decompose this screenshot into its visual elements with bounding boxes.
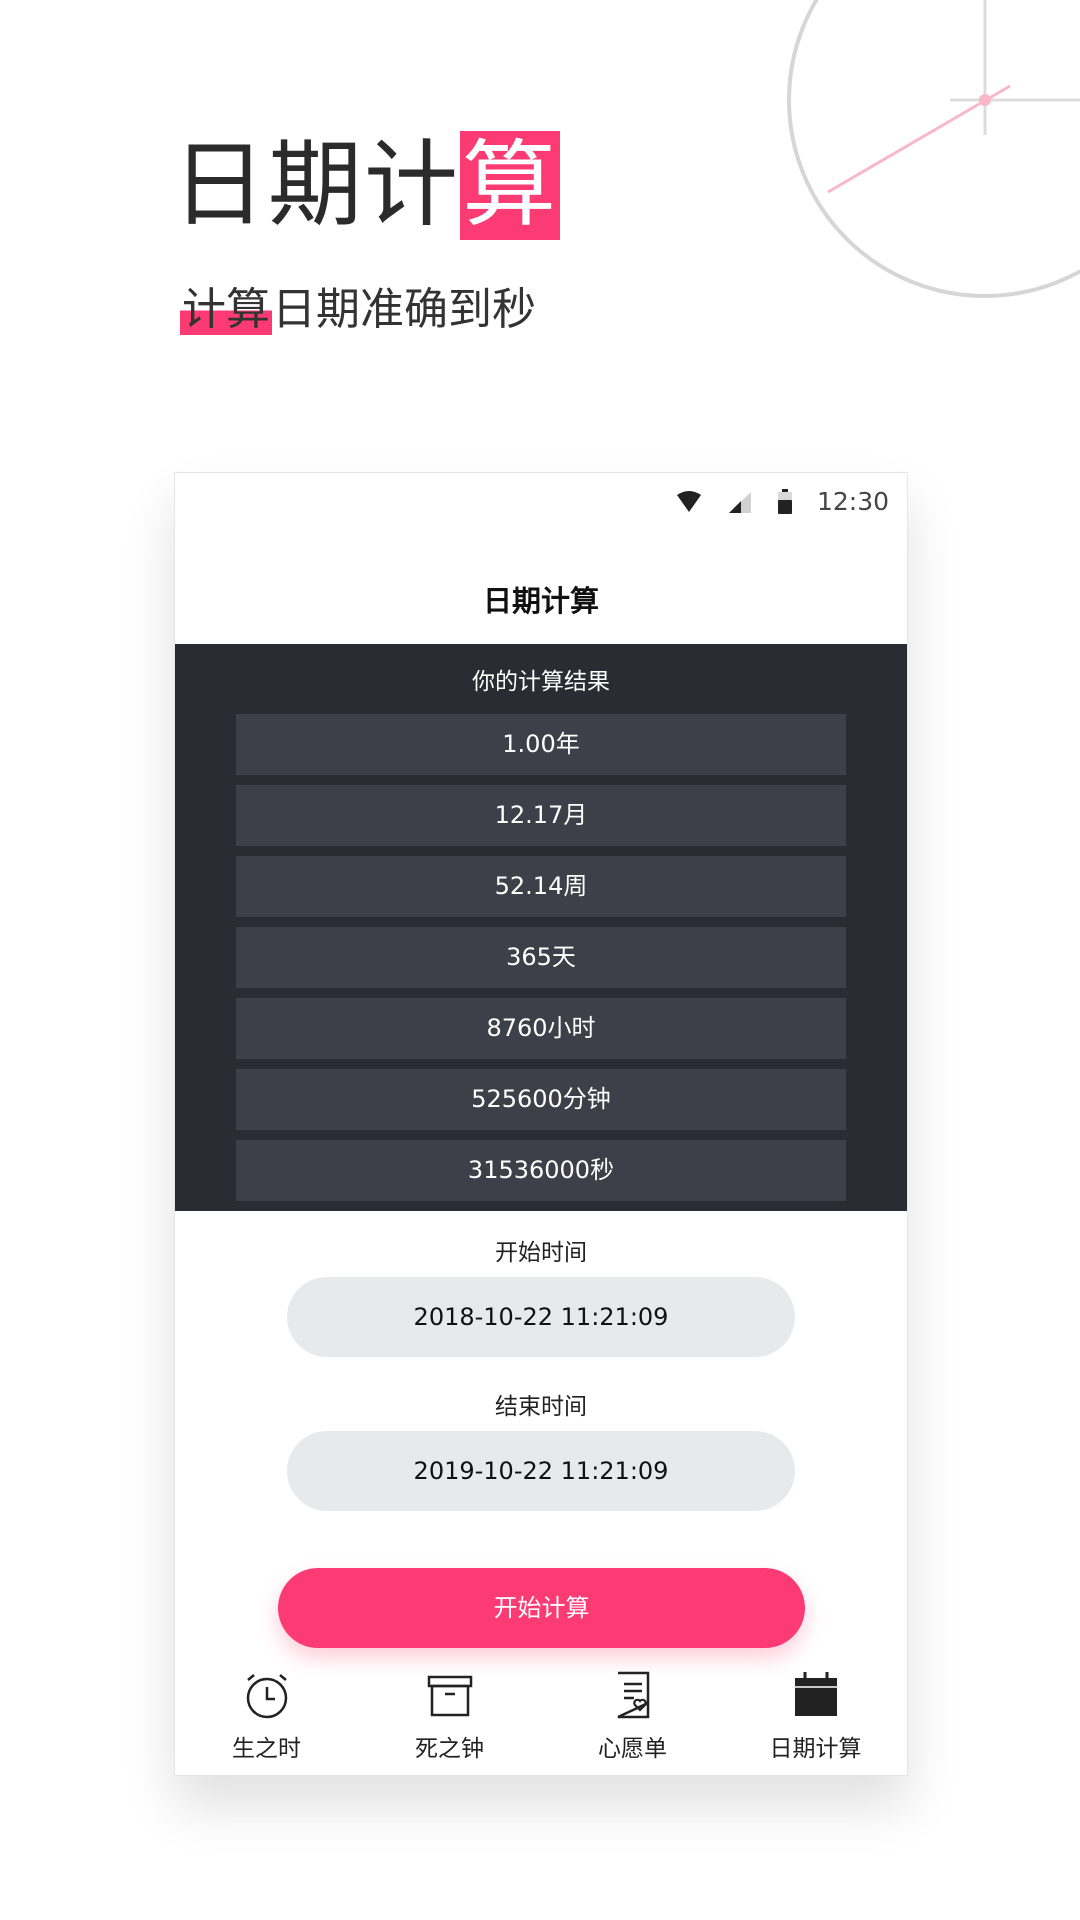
phone-screen: 12:30 日期计算 你的计算结果 1.00年 12.17月 52.14周 36… bbox=[174, 472, 908, 1776]
hero-subtitle-mark: 计算 bbox=[180, 284, 272, 335]
status-bar: 12:30 bbox=[175, 473, 907, 533]
hero-subtitle: 计算日期准确到秒 bbox=[180, 282, 536, 338]
tab-label: 生之时 bbox=[232, 1736, 301, 1762]
result-hours: 8760小时 bbox=[236, 998, 846, 1059]
result-minutes: 525600分钟 bbox=[236, 1069, 846, 1130]
alarm-clock-icon bbox=[246, 1674, 287, 1719]
wifi-icon bbox=[676, 490, 701, 512]
tab-bar: 生之时 死之钟 心愿单 日期计算 bbox=[175, 1663, 907, 1773]
tab-death-clock[interactable]: 死之钟 bbox=[358, 1663, 541, 1773]
wishlist-icon bbox=[616, 1671, 649, 1719]
hero-title: 日期计算 bbox=[172, 131, 561, 240]
result-years: 1.00年 bbox=[236, 714, 846, 775]
app-title: 日期计算 bbox=[482, 584, 599, 618]
result-days: 365天 bbox=[236, 927, 846, 988]
tab-life-time[interactable]: 生之时 bbox=[175, 1663, 358, 1773]
hero-subtitle-text: 日期准确到秒 bbox=[272, 284, 536, 335]
start-time-field[interactable]: 2018-10-22 11:21:09 bbox=[287, 1277, 795, 1357]
start-time-label: 开始时间 bbox=[495, 1240, 587, 1266]
result-months: 12.17月 bbox=[236, 785, 846, 846]
end-time-field[interactable]: 2019-10-22 11:21:09 bbox=[287, 1431, 795, 1511]
signal-icon bbox=[728, 491, 751, 513]
tab-label: 死之钟 bbox=[415, 1736, 484, 1762]
result-list: 1.00年 12.17月 52.14周 365天 8760小时 525600分钟… bbox=[236, 714, 846, 1211]
result-heading: 你的计算结果 bbox=[472, 669, 610, 695]
start-calculate-button[interactable]: 开始计算 bbox=[278, 1568, 805, 1648]
end-time-label: 结束时间 bbox=[495, 1394, 587, 1420]
status-time: 12:30 bbox=[816, 487, 889, 516]
tab-wishlist[interactable]: 心愿单 bbox=[541, 1663, 724, 1773]
battery-icon bbox=[777, 488, 792, 514]
hero-title-highlight: 算 bbox=[460, 131, 561, 240]
box-icon bbox=[427, 1675, 472, 1717]
result-seconds: 31536000秒 bbox=[236, 1140, 846, 1201]
tab-date-calc[interactable]: 日期计算 bbox=[724, 1663, 907, 1773]
tab-label: 心愿单 bbox=[598, 1736, 667, 1762]
result-weeks: 52.14周 bbox=[236, 856, 846, 917]
tab-label: 日期计算 bbox=[769, 1736, 862, 1762]
calendar-icon bbox=[794, 1672, 837, 1716]
result-panel: 你的计算结果 1.00年 12.17月 52.14周 365天 8760小时 5… bbox=[175, 644, 907, 1211]
hero-title-text: 日期计 bbox=[172, 131, 461, 240]
